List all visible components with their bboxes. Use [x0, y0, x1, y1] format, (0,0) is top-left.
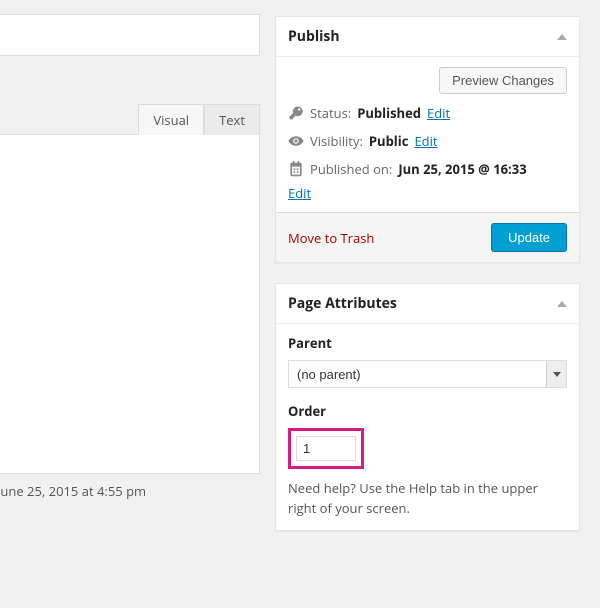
page-attributes-title: Page Attributes [288, 294, 397, 313]
editor-container: Visual Text un Quarton on June 25, 2015 … [0, 104, 260, 500]
tab-visual[interactable]: Visual [138, 104, 204, 135]
order-input[interactable] [296, 436, 356, 461]
visibility-row: Visibility: Public Edit [288, 132, 567, 150]
key-icon [288, 105, 304, 121]
visibility-value: Public [369, 132, 409, 150]
publish-box: Publish Preview Changes Status: Publishe… [275, 16, 580, 263]
page-attributes-body: Parent (no parent) Order Need help? Use … [276, 324, 579, 530]
page-attributes-box: Page Attributes Parent (no parent) Order… [275, 283, 580, 531]
editor-tabs: Visual Text [0, 104, 260, 135]
published-edit-link[interactable]: Edit [288, 184, 567, 202]
status-value: Published [357, 104, 421, 122]
parent-label: Parent [288, 334, 567, 352]
status-label: Status: [310, 104, 351, 122]
tab-text[interactable]: Text [204, 104, 260, 135]
published-value: Jun 25, 2015 @ 16:33 [398, 160, 526, 178]
visibility-edit-link[interactable]: Edit [414, 132, 437, 150]
published-row: Published on: Jun 25, 2015 @ 16:33 Edit [288, 160, 567, 202]
publish-actions: Move to Trash Update [276, 212, 579, 262]
order-highlight [288, 428, 364, 469]
page-attributes-header[interactable]: Page Attributes [276, 284, 579, 324]
status-edit-link[interactable]: Edit [427, 104, 450, 122]
published-label: Published on: [310, 160, 392, 178]
order-label: Order [288, 402, 567, 420]
collapse-icon [557, 34, 567, 40]
visibility-label: Visibility: [310, 132, 363, 150]
parent-select[interactable]: (no parent) [288, 360, 567, 388]
preview-changes-button[interactable]: Preview Changes [439, 67, 567, 94]
publish-box-title: Publish [288, 27, 340, 46]
publish-box-body: Preview Changes Status: Published Edit V… [276, 57, 579, 262]
parent-select-wrap: (no parent) [288, 360, 567, 388]
calendar-icon [288, 161, 304, 177]
revision-info: un Quarton on June 25, 2015 at 4:55 pm [0, 474, 260, 500]
post-title-input[interactable] [0, 14, 260, 56]
publish-box-header[interactable]: Publish [276, 17, 579, 57]
main-column: Visual Text un Quarton on June 25, 2015 … [0, 0, 260, 500]
help-text: Need help? Use the Help tab in the upper… [288, 479, 567, 518]
sidebar: Publish Preview Changes Status: Publishe… [275, 16, 580, 551]
collapse-icon [557, 301, 567, 307]
move-to-trash-link[interactable]: Move to Trash [288, 229, 374, 247]
status-row: Status: Published Edit [288, 104, 567, 122]
eye-icon [288, 133, 304, 149]
update-button[interactable]: Update [491, 223, 567, 252]
content-editor[interactable] [0, 134, 260, 474]
